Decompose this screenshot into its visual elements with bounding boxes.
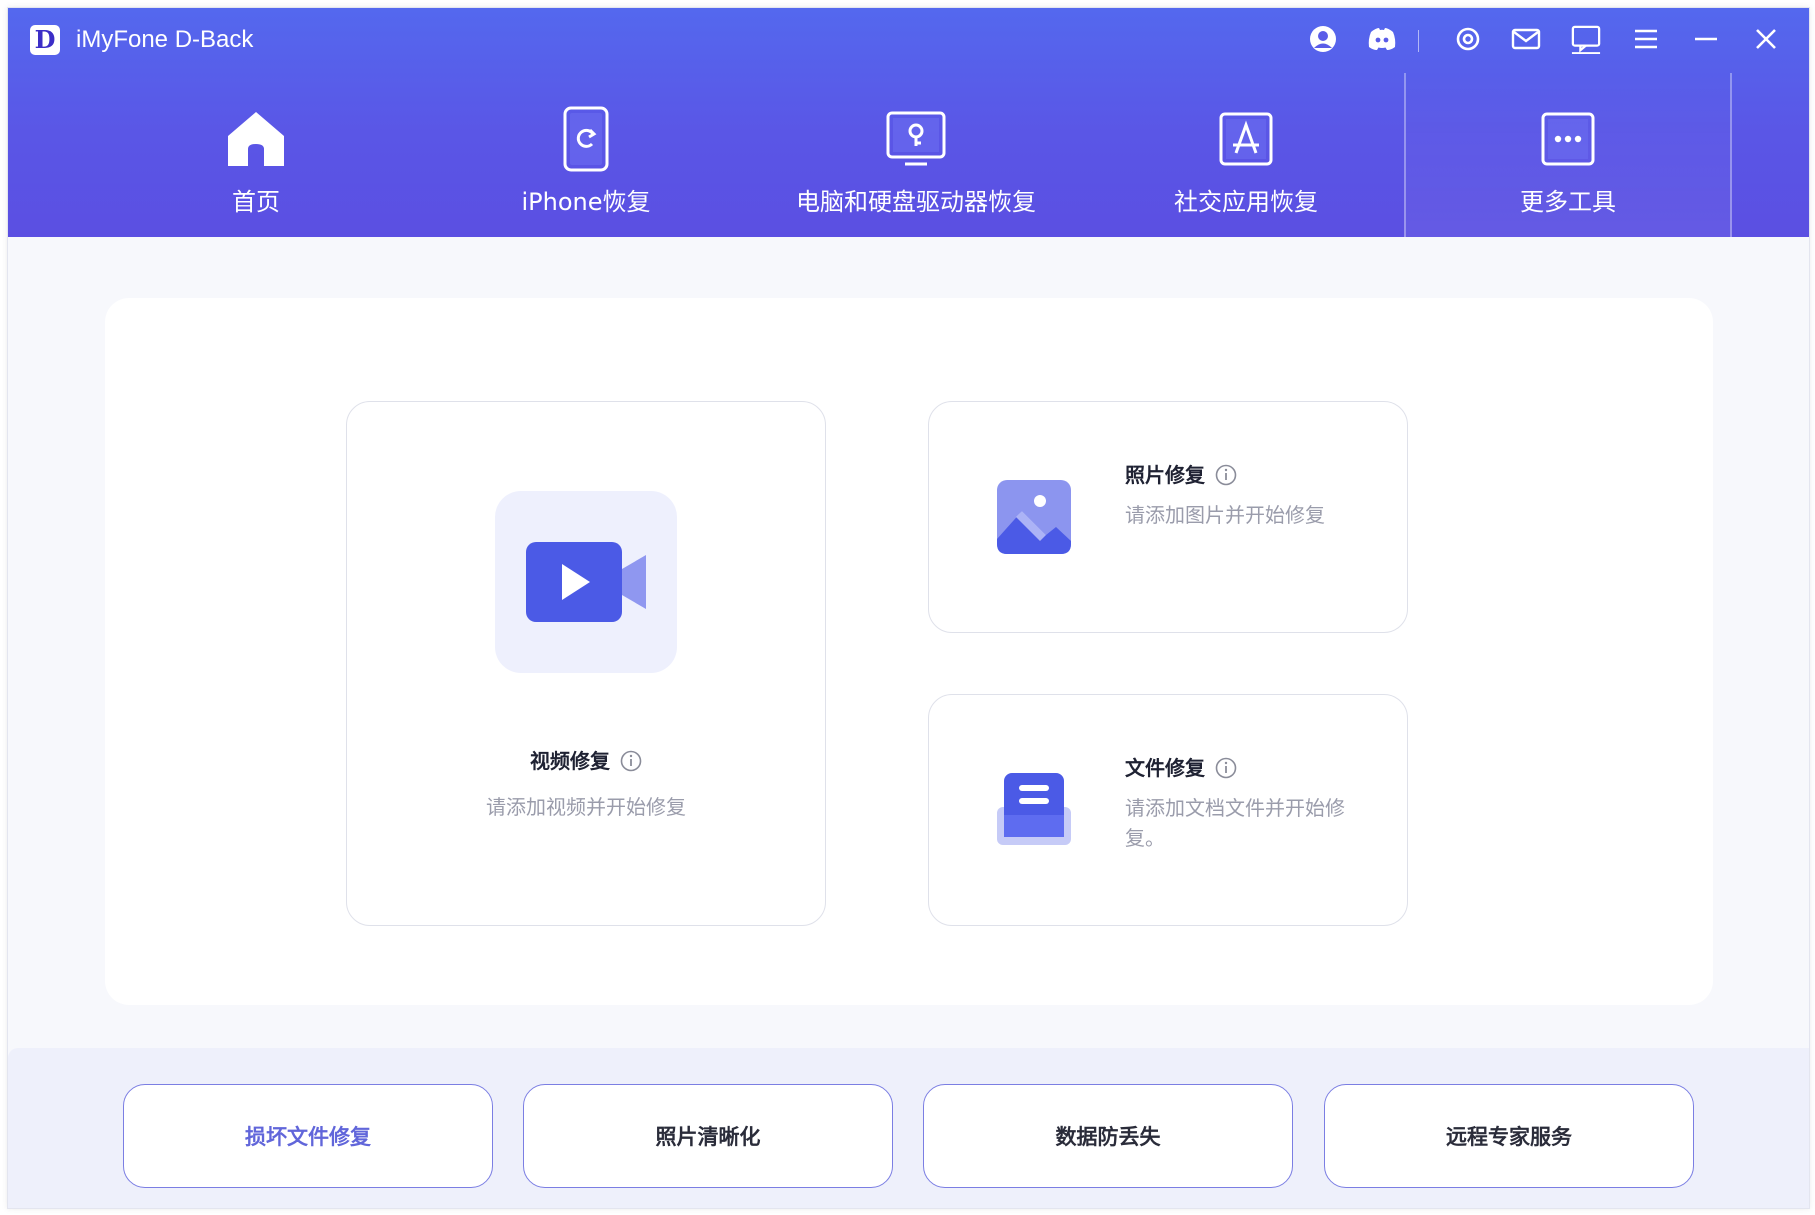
photo-repair-title-text: 照片修复: [1125, 463, 1205, 487]
tab-more-tools-label: 更多工具: [1520, 188, 1616, 216]
tab-computer-recovery-label: 电脑和硬盘驱动器恢复: [796, 188, 1036, 216]
menu-icon[interactable]: [1631, 24, 1661, 54]
photo-repair-subtitle: 请添加图片并开始修复: [1125, 503, 1325, 527]
mail-icon[interactable]: [1511, 24, 1541, 54]
computer-drive-icon: [884, 107, 948, 171]
file-repair-text: 文件修复 请添加文档文件并开始修复。: [1125, 755, 1355, 853]
tab-more-tools[interactable]: 更多工具: [1404, 73, 1732, 237]
file-repair-subtitle: 请添加文档文件并开始修复。: [1125, 796, 1345, 850]
app-title: iMyFone D-Back: [76, 26, 254, 53]
video-repair-card[interactable]: 视频修复 请添加视频并开始修复: [346, 401, 826, 926]
photo-enhance-button[interactable]: 照片清晰化: [523, 1084, 893, 1188]
video-repair-title: 视频修复: [347, 748, 825, 774]
data-loss-prevention-button[interactable]: 数据防丢失: [923, 1084, 1293, 1188]
account-icon[interactable]: [1308, 24, 1338, 54]
main-panel: 视频修复 请添加视频并开始修复 照片修复 请添加图片并开始修复 文件修复 请添加…: [105, 298, 1713, 1005]
video-repair-title-text: 视频修复: [530, 749, 610, 773]
tab-home[interactable]: 首页: [96, 73, 416, 237]
file-repair-title-text: 文件修复: [1125, 756, 1205, 780]
photo-repair-card[interactable]: 照片修复 请添加图片并开始修复: [928, 401, 1408, 633]
video-repair-subtitle: 请添加视频并开始修复: [486, 795, 686, 819]
photo-repair-title: 照片修复: [1125, 462, 1355, 488]
more-tools-icon: [1536, 107, 1600, 171]
bottom-toolbar: 损坏文件修复 照片清晰化 数据防丢失 远程专家服务: [8, 1048, 1809, 1208]
close-icon[interactable]: [1751, 24, 1781, 54]
header: D iMyFone D-Back 首页 iPhone恢复 电脑和硬盘驱动器恢复 …: [8, 8, 1809, 237]
iphone-restore-icon: [554, 106, 618, 172]
info-icon[interactable]: [620, 750, 642, 772]
file-repair-card[interactable]: 文件修复 请添加文档文件并开始修复。: [928, 694, 1408, 926]
feedback-icon[interactable]: [1571, 24, 1601, 54]
remote-expert-service-button[interactable]: 远程专家服务: [1324, 1084, 1694, 1188]
title-bar: D iMyFone D-Back: [8, 8, 1809, 68]
tab-iphone-recovery-label: iPhone恢复: [521, 188, 651, 216]
photo-repair-text: 照片修复 请添加图片并开始修复: [1125, 462, 1355, 530]
info-icon[interactable]: [1215, 464, 1237, 486]
tab-social-app-recovery[interactable]: 社交应用恢复: [1086, 73, 1406, 237]
corrupted-file-repair-button[interactable]: 损坏文件修复: [123, 1084, 493, 1188]
app-logo: D: [30, 25, 60, 55]
tab-home-label: 首页: [232, 188, 280, 216]
file-repair-title: 文件修复: [1125, 755, 1355, 781]
app-store-icon: [1214, 107, 1278, 171]
info-icon[interactable]: [1215, 757, 1237, 779]
tab-computer-recovery[interactable]: 电脑和硬盘驱动器恢复: [746, 73, 1086, 237]
video-camera-icon: [495, 491, 677, 673]
titlebar-divider: [1418, 30, 1419, 52]
settings-icon[interactable]: [1453, 24, 1483, 54]
discord-icon[interactable]: [1367, 24, 1397, 54]
home-icon: [224, 107, 288, 171]
tab-iphone-recovery[interactable]: iPhone恢复: [426, 73, 746, 237]
app-window: D iMyFone D-Back 首页 iPhone恢复 电脑和硬盘驱动器恢复 …: [7, 7, 1810, 1209]
tab-social-app-recovery-label: 社交应用恢复: [1174, 188, 1318, 216]
photo-icon: [994, 477, 1074, 557]
minimize-icon[interactable]: [1691, 24, 1721, 54]
document-icon: [994, 770, 1074, 850]
